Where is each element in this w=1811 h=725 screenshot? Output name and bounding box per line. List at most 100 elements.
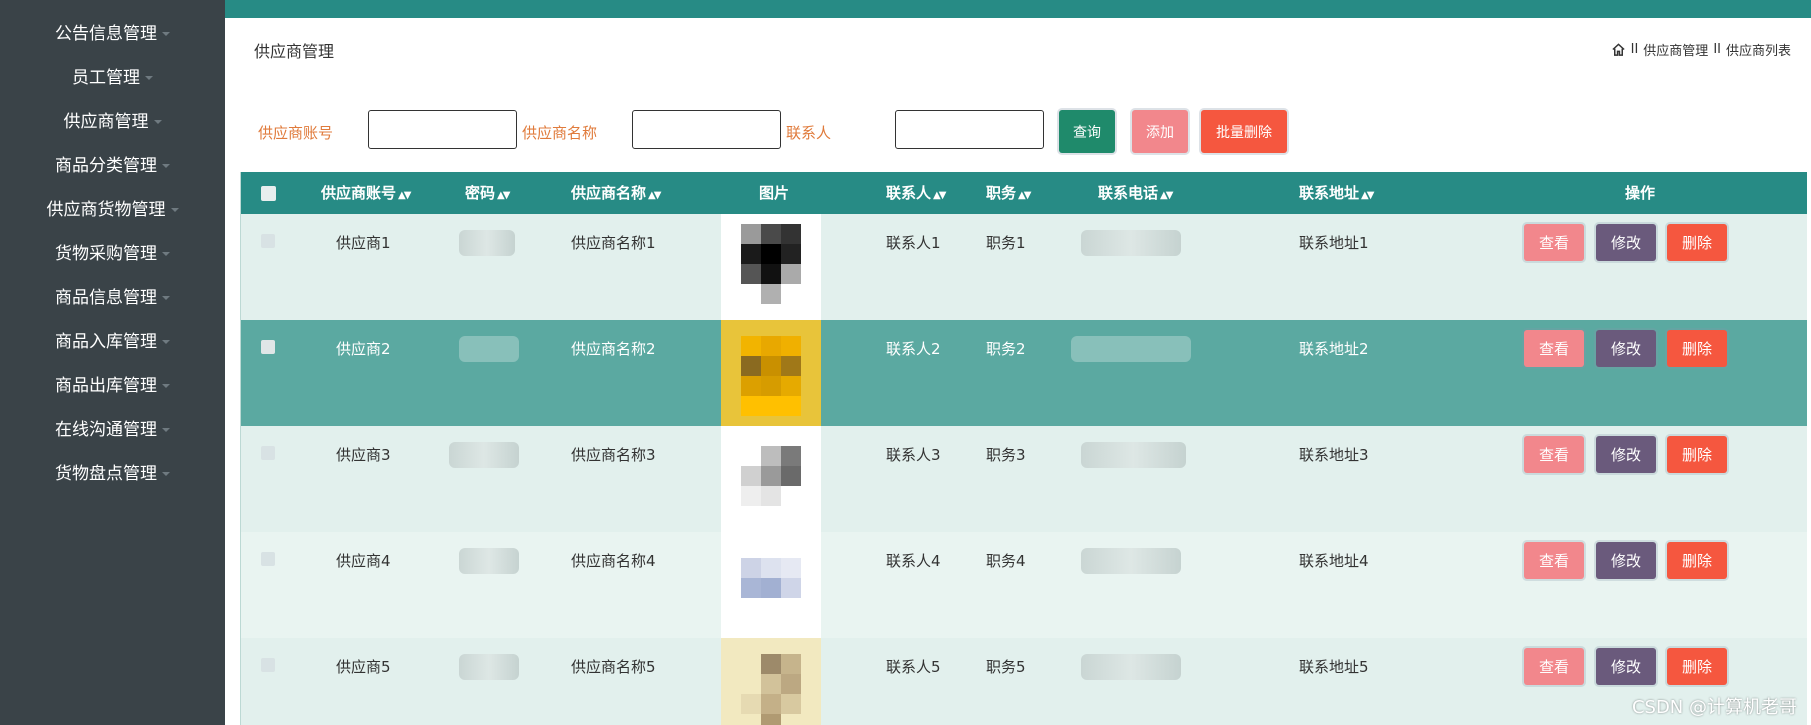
sidebar-item-chat[interactable]: 在线沟通管理 (0, 408, 225, 452)
cell-account: 供应商3 (336, 446, 391, 464)
cell-name: 供应商名称1 (571, 234, 656, 252)
cell-password-blurred (459, 230, 515, 256)
cell-password-blurred (459, 548, 519, 574)
supplier-image-thumbnail (721, 426, 821, 532)
delete-button[interactable]: 删除 (1667, 330, 1727, 367)
account-input[interactable] (368, 110, 517, 149)
sidebar-item-stock-out[interactable]: 商品出库管理 (0, 364, 225, 408)
caret-down-icon (162, 340, 170, 344)
breadcrumb-separator: II (1713, 42, 1721, 57)
sidebar-item-label: 商品出库管理 (55, 376, 157, 396)
header-address[interactable]: 联系地址 ▲▼ (1299, 172, 1374, 214)
table-row[interactable]: 供应商5 供应商名称5 联系人5 职务5 联系地址5 查看 修改 删除 (241, 638, 1807, 725)
row-checkbox[interactable] (261, 340, 275, 354)
breadcrumb: II 供应商管理 II 供应商列表 (1611, 40, 1791, 59)
home-icon[interactable] (1611, 42, 1626, 57)
table-row[interactable]: 供应商1 供应商名称1 联系人1 职务1 联系地址1 查看 修改 删除 (241, 214, 1807, 320)
header-password[interactable]: 密码 ▲▼ (465, 172, 510, 214)
cell-phone-blurred (1081, 442, 1186, 468)
cell-name: 供应商名称2 (571, 340, 656, 358)
view-button[interactable]: 查看 (1524, 224, 1584, 261)
sort-icon: ▲▼ (1361, 190, 1374, 201)
caret-down-icon (162, 472, 170, 476)
cell-contact: 联系人3 (886, 446, 941, 464)
delete-button[interactable]: 删除 (1667, 224, 1727, 261)
contact-input[interactable] (895, 110, 1044, 149)
header-position[interactable]: 职务 ▲▼ (986, 172, 1031, 214)
sidebar-item-category[interactable]: 商品分类管理 (0, 144, 225, 188)
cell-position: 职务4 (986, 552, 1026, 570)
table-row[interactable]: 供应商4 供应商名称4 联系人4 职务4 联系地址4 查看 修改 删除 (241, 532, 1807, 638)
sort-icon: ▲▼ (648, 190, 661, 201)
row-checkbox[interactable] (261, 446, 275, 460)
row-checkbox[interactable] (261, 552, 275, 566)
supplier-image-thumbnail (721, 320, 821, 426)
caret-down-icon (162, 296, 170, 300)
name-input[interactable] (632, 110, 781, 149)
sidebar-item-label: 商品分类管理 (55, 156, 157, 176)
page-title: 供应商管理 (254, 42, 335, 61)
delete-button[interactable]: 删除 (1667, 648, 1727, 685)
sidebar-item-label: 公告信息管理 (55, 24, 157, 44)
delete-button[interactable]: 删除 (1667, 542, 1727, 579)
sidebar-item-label: 货物采购管理 (55, 244, 157, 264)
sidebar-item-product-info[interactable]: 商品信息管理 (0, 276, 225, 320)
caret-down-icon (162, 164, 170, 168)
bulk-delete-button[interactable]: 批量删除 (1201, 110, 1287, 153)
cell-position: 职务1 (986, 234, 1026, 252)
row-checkbox[interactable] (261, 234, 275, 248)
breadcrumb-item-supplier[interactable]: 供应商管理 (1643, 40, 1708, 59)
account-label: 供应商账号 (258, 124, 334, 142)
header-account[interactable]: 供应商账号 ▲▼ (321, 172, 411, 214)
view-button[interactable]: 查看 (1524, 542, 1584, 579)
view-button[interactable]: 查看 (1524, 330, 1584, 367)
row-checkbox[interactable] (261, 658, 275, 672)
add-button[interactable]: 添加 (1132, 110, 1188, 153)
cell-name: 供应商名称3 (571, 446, 656, 464)
breadcrumb-separator: II (1630, 42, 1639, 57)
header-actions: 操作 (1625, 184, 1656, 202)
table-row[interactable]: 供应商3 供应商名称3 联系人3 职务3 联系地址3 查看 修改 删除 (241, 426, 1807, 532)
header-contact[interactable]: 联系人 ▲▼ (886, 172, 946, 214)
sidebar-item-staff[interactable]: 员工管理 (0, 56, 225, 100)
header-phone[interactable]: 联系电话 ▲▼ (1098, 172, 1173, 214)
table-row[interactable]: 供应商2 供应商名称2 联系人2 职务2 联系地址2 查看 修改 删除 (241, 320, 1807, 426)
view-button[interactable]: 查看 (1524, 648, 1584, 685)
edit-button[interactable]: 修改 (1596, 330, 1656, 367)
delete-button[interactable]: 删除 (1667, 436, 1727, 473)
supplier-image-thumbnail (721, 532, 821, 638)
cell-name: 供应商名称5 (571, 658, 656, 676)
sidebar-item-inventory[interactable]: 货物盘点管理 (0, 452, 225, 496)
caret-down-icon (162, 32, 170, 36)
sidebar-item-supplier[interactable]: 供应商管理 (0, 100, 225, 144)
table-header: 供应商账号 ▲▼ 密码 ▲▼ 供应商名称 ▲▼ 图片 联系人 ▲▼ 职务 ▲▼ 联系电话 ▲… (241, 172, 1807, 214)
sidebar-item-supplier-goods[interactable]: 供应商货物管理 (0, 188, 225, 232)
cell-password-blurred (459, 336, 519, 362)
header-name[interactable]: 供应商名称 ▲▼ (571, 172, 661, 214)
cell-account: 供应商5 (336, 658, 391, 676)
sort-icon: ▲▼ (1160, 190, 1173, 201)
cell-account: 供应商1 (336, 234, 391, 252)
edit-button[interactable]: 修改 (1596, 542, 1656, 579)
caret-down-icon (153, 120, 162, 124)
query-button[interactable]: 查询 (1059, 110, 1115, 153)
cell-address: 联系地址3 (1299, 446, 1369, 464)
sort-icon: ▲▼ (933, 190, 946, 201)
sidebar-item-stock-in[interactable]: 商品入库管理 (0, 320, 225, 364)
cell-contact: 联系人5 (886, 658, 941, 676)
edit-button[interactable]: 修改 (1596, 648, 1656, 685)
cell-name: 供应商名称4 (571, 552, 656, 570)
edit-button[interactable]: 修改 (1596, 224, 1656, 261)
cell-contact: 联系人1 (886, 234, 941, 252)
select-all-checkbox[interactable] (261, 186, 276, 201)
view-button[interactable]: 查看 (1524, 436, 1584, 473)
cell-address: 联系地址5 (1299, 658, 1369, 676)
sidebar-item-label: 员工管理 (72, 68, 140, 88)
sort-icon: ▲▼ (398, 190, 411, 201)
cell-position: 职务2 (986, 340, 1026, 358)
cell-address: 联系地址1 (1299, 234, 1369, 252)
sidebar-item-purchase[interactable]: 货物采购管理 (0, 232, 225, 276)
sidebar-item-announcement[interactable]: 公告信息管理 (0, 12, 225, 56)
breadcrumb-item-supplier-list: 供应商列表 (1725, 44, 1791, 59)
edit-button[interactable]: 修改 (1596, 436, 1656, 473)
